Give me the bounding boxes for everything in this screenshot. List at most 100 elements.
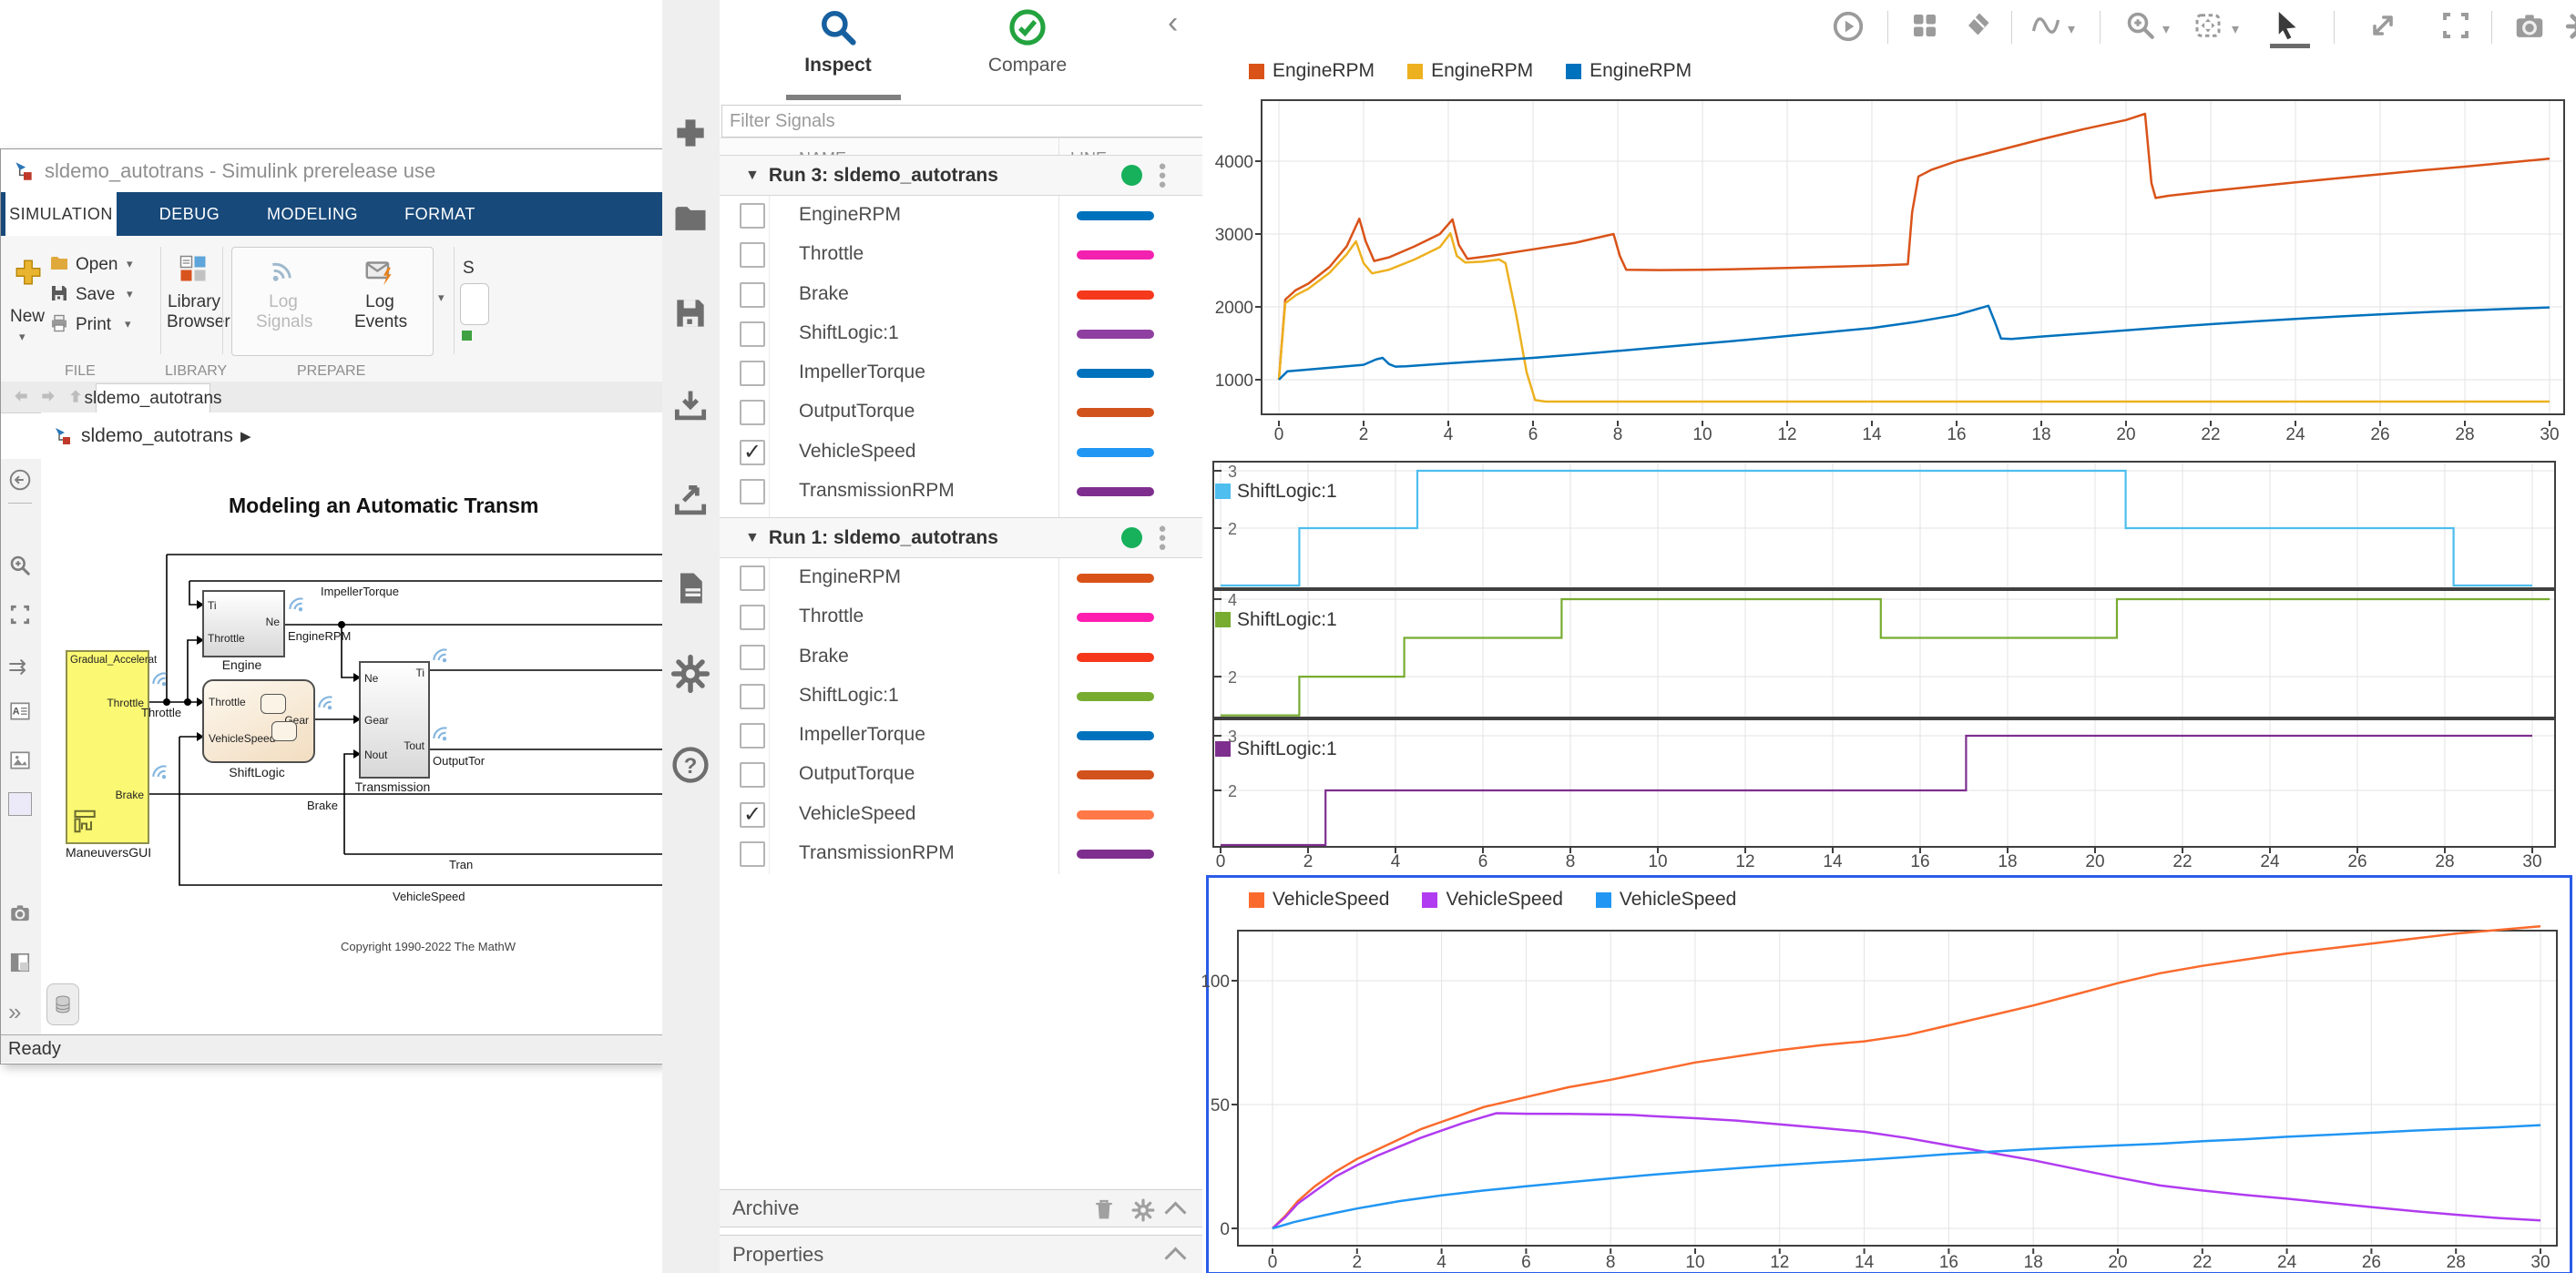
signal-name[interactable]: EngineRPM [799, 566, 901, 588]
expand-palette-icon[interactable]: » [8, 998, 21, 1026]
engine-block[interactable]: Ti Throttle Ne [202, 590, 285, 657]
breadcrumb-model-name[interactable]: sldemo_autotrans [81, 425, 233, 447]
signal-line-swatch[interactable] [1077, 691, 1154, 701]
signal-label-brake[interactable]: Brake [307, 799, 338, 812]
signal-label-vehiclespeed[interactable]: VehicleSpeed [393, 890, 465, 903]
signal-checkbox[interactable] [740, 479, 765, 505]
signal-checkbox[interactable] [740, 565, 765, 591]
signal-line-swatch[interactable] [1077, 487, 1154, 497]
filter-signals-input[interactable] [721, 105, 1215, 137]
signal-line-swatch[interactable] [1077, 574, 1154, 583]
signal-checkbox[interactable] [740, 321, 765, 347]
collapse-run-icon[interactable]: ▼ [745, 530, 760, 546]
run-header[interactable]: ▼ Run 3: sldemo_autotrans ● ● ● [720, 155, 1202, 196]
snapshot-icon[interactable] [2512, 9, 2547, 44]
nav-up-icon[interactable] [66, 387, 85, 405]
signal-line-swatch[interactable] [1077, 447, 1154, 457]
replay-icon[interactable] [1831, 9, 1866, 44]
signal-name[interactable]: ShiftLogic:1 [799, 322, 899, 344]
save-session-icon[interactable] [670, 293, 710, 333]
tab-format[interactable]: FORMAT [385, 192, 495, 236]
library-browser-button[interactable]: Library Browser [167, 292, 230, 332]
eraser-icon[interactable] [1960, 9, 1993, 42]
run-menu-icon[interactable]: ● ● ● [1157, 522, 1168, 554]
signal-name[interactable]: ImpellerTorque [799, 724, 925, 746]
signal-checkbox[interactable] [740, 683, 765, 709]
signal-name[interactable]: VehicleSpeed [799, 441, 915, 463]
hide-browser-icon[interactable] [8, 468, 32, 492]
preferences-icon[interactable] [670, 654, 710, 694]
library-browser-icon[interactable] [177, 252, 210, 285]
signal-checkbox[interactable] [740, 203, 765, 229]
screenshot-icon[interactable] [8, 901, 32, 925]
collapse-properties-icon[interactable] [1164, 1247, 1187, 1269]
signal-name[interactable]: ShiftLogic:1 [799, 685, 899, 707]
fit-view-icon[interactable] [8, 603, 32, 626]
signal-line-swatch[interactable] [1077, 850, 1154, 860]
nav-forward-icon[interactable] [39, 387, 57, 405]
log-events-button[interactable]: Log Events [354, 292, 407, 332]
collapse-archive-icon[interactable] [1164, 1201, 1187, 1224]
archive-settings-icon[interactable] [1131, 1198, 1155, 1222]
zoom-caret[interactable]: ▾ [2162, 20, 2170, 38]
signal-wave-icon[interactable] [2029, 9, 2062, 42]
shiftlogic-charts[interactable]: 23ShiftLogic:124ShiftLogic:123ShiftLogic… [1202, 455, 2576, 874]
signal-name[interactable]: EngineRPM [799, 204, 901, 226]
export-icon[interactable] [670, 481, 710, 521]
new-button[interactable]: New [10, 307, 45, 327]
image-annotation-icon[interactable] [8, 749, 32, 772]
signal-name[interactable]: OutputTorque [799, 763, 915, 785]
simulink-titlebar[interactable]: sldemo_autotrans - Simulink prerelease u… [1, 149, 663, 192]
model-canvas[interactable]: Modeling an Automatic Transm Ti Throttle… [41, 459, 663, 1034]
signal-label-throttle[interactable]: Throttle [141, 706, 181, 719]
fit-to-view-icon[interactable] [2192, 9, 2224, 42]
vehicle-speed-chart[interactable]: 0501000 2 4 6 8 10 12 14 16 18 20 22 24 26 28 30 [1202, 923, 2569, 1273]
signal-name[interactable]: Brake [799, 283, 849, 305]
properties-section-bar[interactable]: Properties [720, 1235, 1202, 1273]
prepare-dropdown-caret[interactable]: ▾ [438, 290, 445, 305]
report-icon[interactable] [670, 568, 710, 608]
new-dropdown-caret[interactable]: ▾ [19, 330, 26, 344]
transmission-block[interactable]: Ne Gear Nout Ti Tout [359, 661, 430, 779]
cursor-icon[interactable] [2270, 9, 2310, 48]
signal-checkbox[interactable]: ✓ [740, 439, 765, 465]
signal-checkbox[interactable] [740, 242, 765, 269]
signal-line-swatch[interactable] [1077, 810, 1154, 820]
open-session-icon[interactable] [670, 199, 710, 239]
collapse-panel-icon[interactable]: ‹ [1168, 5, 1178, 41]
signal-checkbox[interactable] [740, 762, 765, 789]
signal-label-transmissionrpm[interactable]: Tran [449, 858, 473, 871]
signal-checkbox[interactable] [740, 400, 765, 426]
pan-expand-icon[interactable] [2366, 9, 2399, 42]
fullscreen-icon[interactable] [2439, 9, 2472, 42]
signal-checkbox[interactable] [740, 361, 765, 387]
signal-name[interactable]: ImpellerTorque [799, 362, 925, 383]
signal-line-swatch[interactable] [1077, 731, 1154, 741]
engine-rpm-chart[interactable]: 10002000300040000 2 4 6 8 10 12 14 16 18 20 22 24 26 2… [1202, 96, 2576, 451]
fit-caret[interactable]: ▾ [2232, 20, 2239, 38]
signal-name[interactable]: Throttle [799, 606, 864, 627]
layout-grid-icon[interactable] [1908, 9, 1941, 42]
open-dropdown-caret[interactable]: ▾ [127, 257, 133, 271]
signal-name[interactable]: VehicleSpeed [799, 803, 915, 825]
signal-line-swatch[interactable] [1077, 408, 1154, 418]
signal-routing-icon[interactable]: ⇉ [8, 654, 26, 680]
tab-inspect[interactable]: Inspect [756, 7, 920, 76]
signal-label-outputtorque[interactable]: OutputTor [433, 754, 485, 768]
run-header[interactable]: ▼ Run 1: sldemo_autotrans ● ● ● [720, 517, 1202, 558]
signal-wave-caret[interactable]: ▾ [2068, 20, 2075, 38]
breadcrumb-caret-icon[interactable]: ▶ [240, 428, 251, 444]
maneuversgui-block[interactable]: Gradual_Accelerat Throttle Brake [66, 650, 157, 844]
data-browser-button[interactable] [46, 983, 79, 1025]
tab-debug[interactable]: DEBUG [139, 192, 240, 236]
signal-checkbox[interactable]: ✓ [740, 801, 765, 828]
tab-modeling[interactable]: MODELING [253, 192, 372, 236]
signal-checkbox[interactable] [740, 644, 765, 670]
signal-line-swatch[interactable] [1077, 652, 1154, 662]
signal-checkbox[interactable] [740, 281, 765, 308]
help-icon[interactable] [670, 745, 710, 785]
tab-simulation[interactable]: SIMULATION [5, 192, 117, 236]
signal-line-swatch[interactable] [1077, 613, 1154, 623]
log-signals-button[interactable]: Log Signals [256, 292, 312, 332]
area-annotation-icon[interactable] [8, 792, 32, 816]
